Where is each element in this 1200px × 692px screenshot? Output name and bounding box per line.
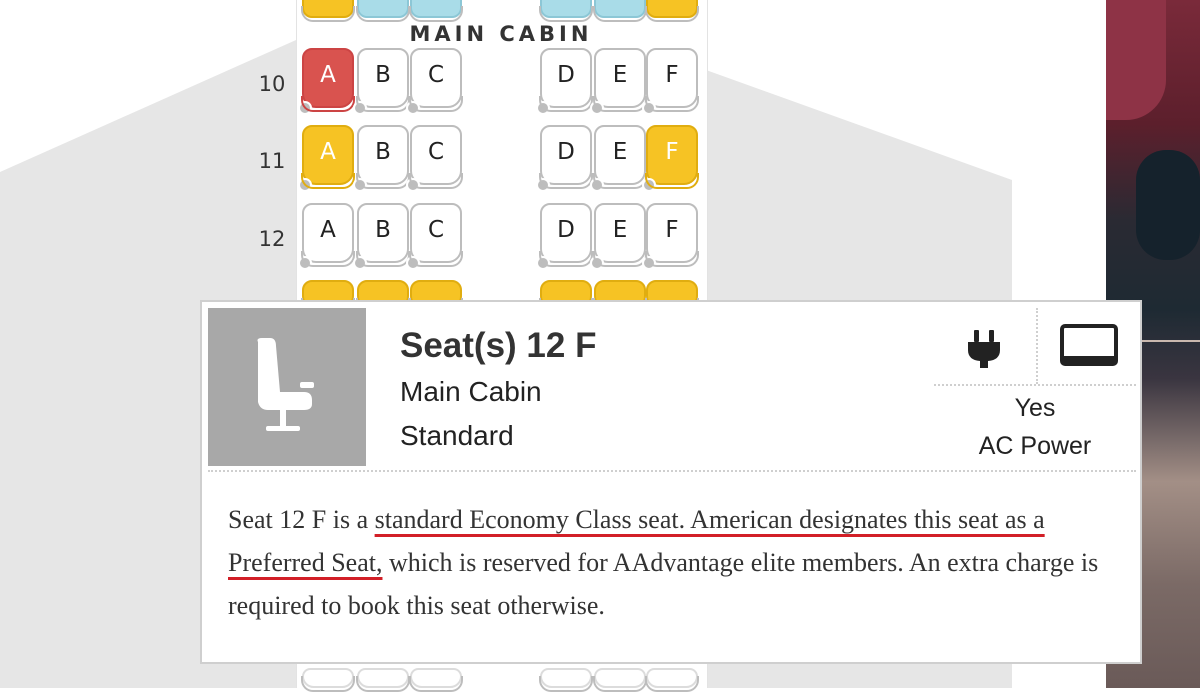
- seat-partial[interactable]: [539, 0, 593, 22]
- seat-11A[interactable]: A: [298, 125, 355, 192]
- seat-detail-popup: Seat(s) 12 F Main Cabin Standard Yes AC …: [200, 300, 1142, 664]
- plug-icon: [968, 330, 1000, 368]
- section-divider: [208, 470, 1136, 472]
- seat-partial[interactable]: [409, 668, 463, 692]
- seat-partial[interactable]: [356, 0, 410, 22]
- seat-icon: [257, 338, 314, 431]
- seat-12D[interactable]: D: [536, 203, 593, 270]
- seat-10A[interactable]: A: [298, 48, 355, 115]
- seat-10C[interactable]: C: [406, 48, 463, 115]
- seat-11E[interactable]: E: [590, 125, 647, 192]
- amenity-divider: [934, 384, 1136, 386]
- seat-partial[interactable]: [645, 0, 699, 22]
- seat-10F[interactable]: F: [642, 48, 699, 115]
- seat-partial[interactable]: [356, 668, 410, 692]
- seat-cabin: Main Cabin: [400, 376, 542, 407]
- seat-thumbnail: [208, 308, 366, 466]
- amenity-divider: [1036, 308, 1038, 384]
- seat-12C[interactable]: C: [406, 203, 463, 270]
- row-number: 10: [258, 72, 286, 96]
- seat-description: Seat 12 F is a standard Economy Class se…: [228, 498, 1108, 627]
- row-number: 12: [258, 227, 286, 251]
- seat-partial[interactable]: [593, 0, 647, 22]
- seat-partial[interactable]: [539, 668, 593, 692]
- seat-10B[interactable]: B: [353, 48, 410, 115]
- seat-10E[interactable]: E: [590, 48, 647, 115]
- seat-type: Standard: [400, 420, 514, 451]
- seat-10D[interactable]: D: [536, 48, 593, 115]
- seat-partial[interactable]: [409, 0, 463, 22]
- seat-11F[interactable]: F: [642, 125, 699, 192]
- seat-title: Seat(s) 12 F: [400, 326, 597, 365]
- seat-12F[interactable]: F: [642, 203, 699, 270]
- seat-12E[interactable]: E: [590, 203, 647, 270]
- seat-partial[interactable]: [593, 668, 647, 692]
- screen-icon: [1060, 324, 1118, 366]
- seat-partial[interactable]: [645, 668, 699, 692]
- seat-12A[interactable]: A: [298, 203, 355, 270]
- row-number: 11: [258, 149, 286, 173]
- seat-11B[interactable]: B: [353, 125, 410, 192]
- seat-12B[interactable]: B: [353, 203, 410, 270]
- seat-11C[interactable]: C: [406, 125, 463, 192]
- seat-partial[interactable]: [301, 0, 355, 22]
- seat-11D[interactable]: D: [536, 125, 593, 192]
- cabin-label: MAIN CABIN: [409, 22, 593, 46]
- seat-partial[interactable]: [301, 668, 355, 692]
- power-value: Yes: [1014, 394, 1056, 422]
- description-text: Seat 12 F is a: [228, 505, 375, 534]
- power-label: AC Power: [978, 432, 1092, 460]
